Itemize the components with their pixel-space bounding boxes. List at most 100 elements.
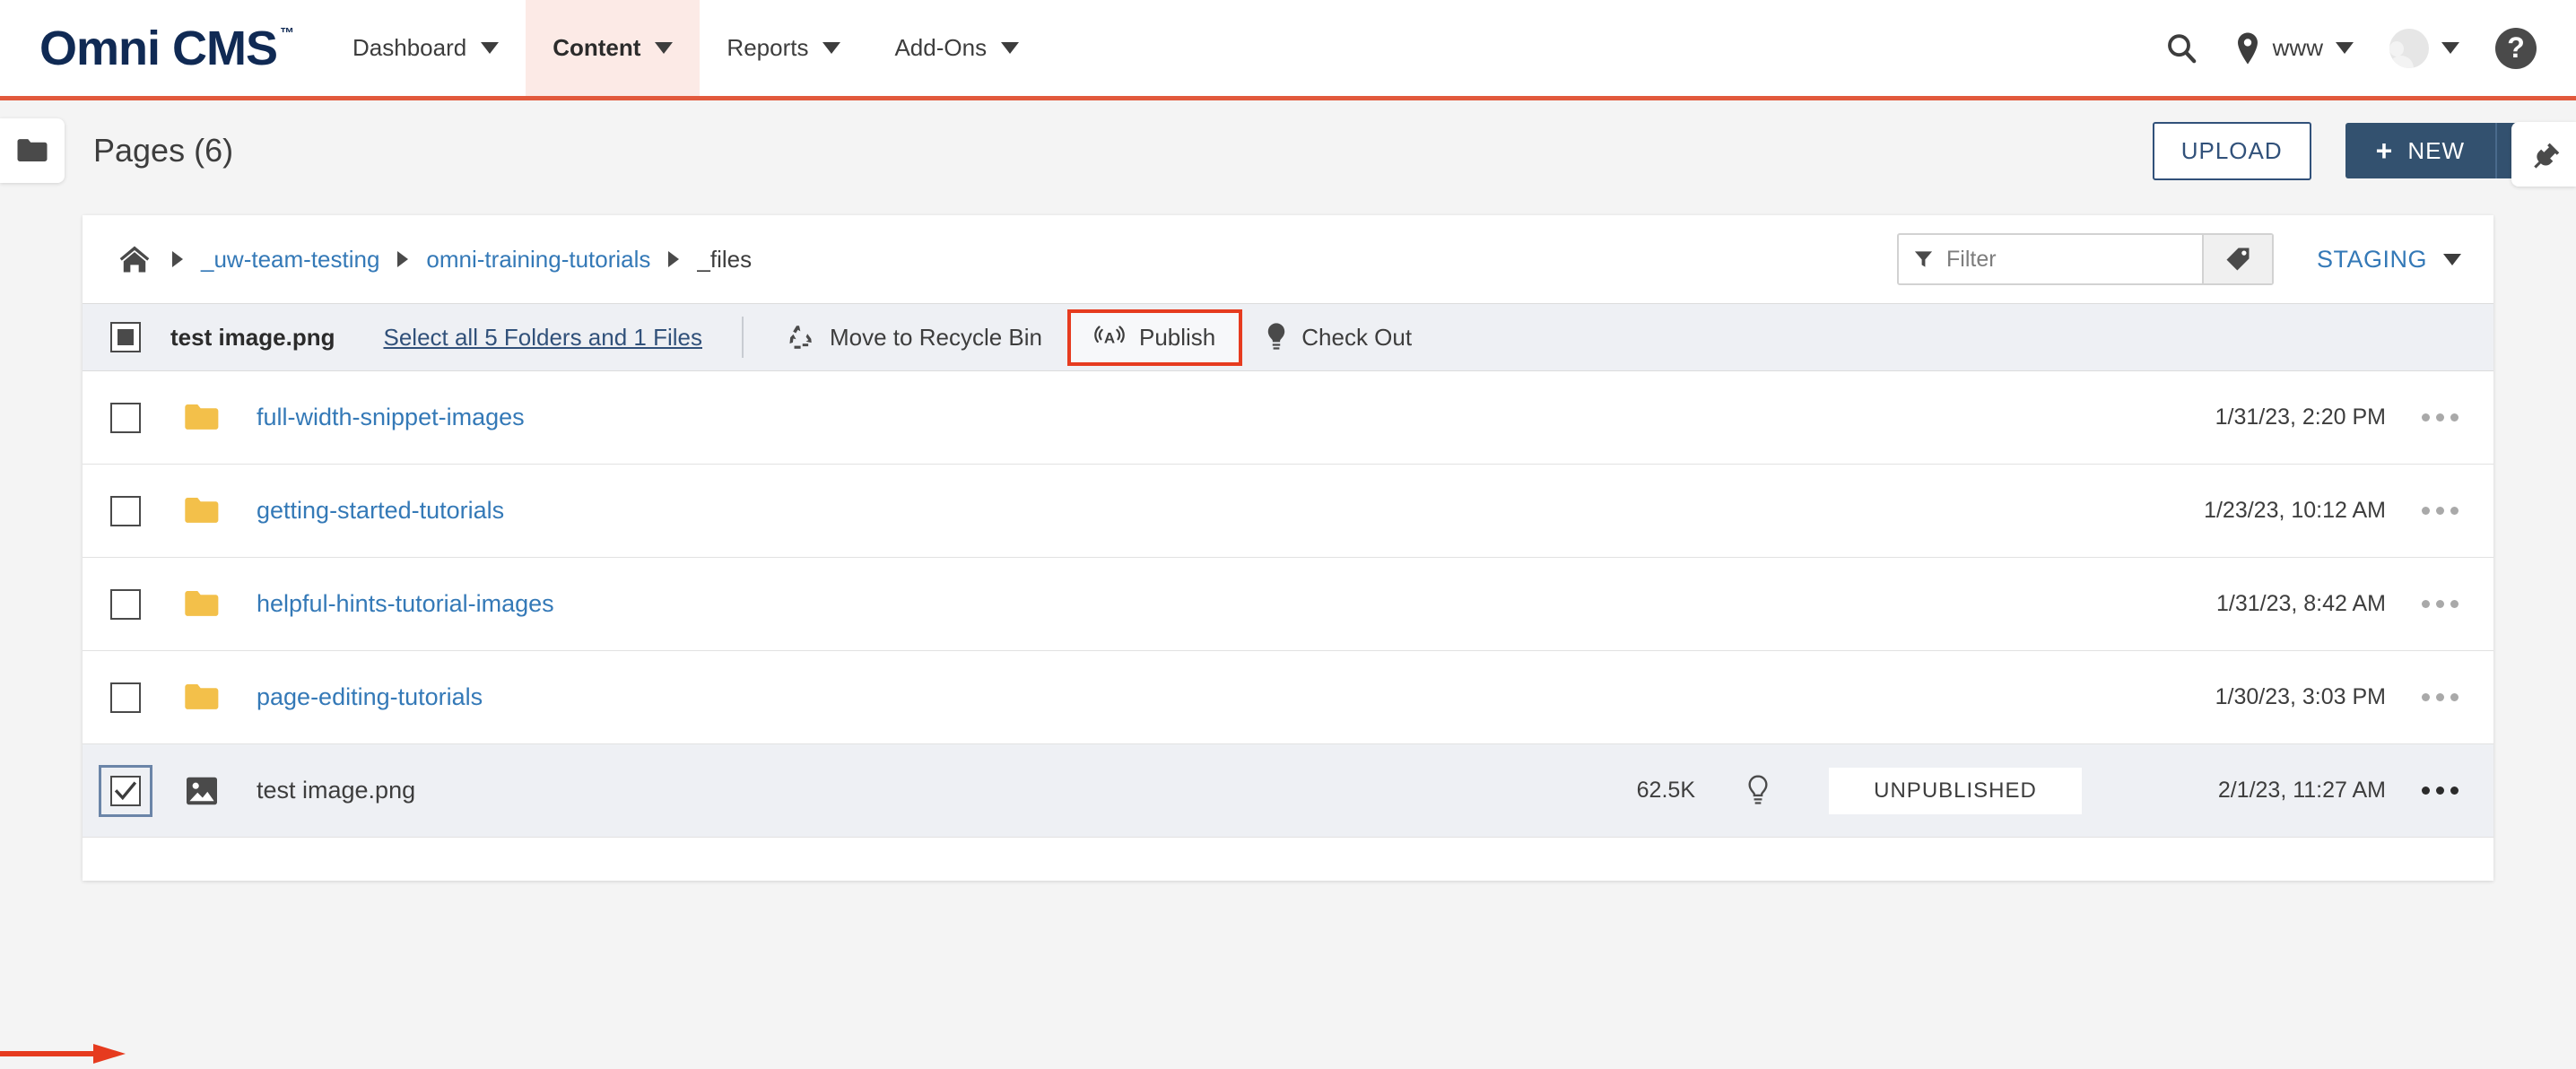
action-move-to-recycle-bin[interactable]: Move to Recycle Bin bbox=[783, 314, 1046, 361]
breadcrumb-right-tools: STAGING bbox=[1897, 233, 2493, 285]
new-button[interactable]: + NEW bbox=[2345, 123, 2495, 178]
chevron-down-icon bbox=[655, 42, 673, 54]
status-badge: UNPUBLISHED bbox=[1829, 768, 2082, 814]
action-check-out[interactable]: Check Out bbox=[1262, 313, 1415, 361]
row-date: 1/30/23, 3:03 PM bbox=[2090, 684, 2386, 710]
row-checkbox[interactable] bbox=[110, 496, 141, 526]
svg-text:A: A bbox=[1104, 330, 1115, 347]
breadcrumb-separator-icon bbox=[172, 251, 183, 267]
row-name-link[interactable]: helpful-hints-tutorial-images bbox=[257, 590, 554, 618]
nav-item-content[interactable]: Content bbox=[526, 0, 700, 96]
action-publish[interactable]: A Publish bbox=[1067, 309, 1242, 366]
checkmark-icon bbox=[114, 779, 137, 803]
tag-filter-button[interactable] bbox=[2202, 235, 2272, 283]
upload-button[interactable]: UPLOAD bbox=[2153, 122, 2311, 180]
new-button-label: NEW bbox=[2407, 137, 2465, 165]
chevron-down-icon bbox=[2443, 254, 2461, 265]
filter-input[interactable] bbox=[1946, 247, 2202, 273]
trademark-symbol: ™ bbox=[280, 26, 293, 42]
nav-item-reports[interactable]: Reports bbox=[700, 0, 867, 96]
row-type-icon-cell bbox=[169, 682, 235, 713]
row-name-link[interactable]: getting-started-tutorials bbox=[257, 497, 504, 525]
site-selector[interactable]: www bbox=[2235, 31, 2354, 65]
row-bulb-cell[interactable] bbox=[1695, 774, 1821, 808]
nav-item-addons-label: Add-Ons bbox=[894, 34, 987, 62]
filter-box bbox=[1897, 233, 2274, 285]
select-all-checkbox-cell bbox=[83, 322, 169, 352]
staging-selector[interactable]: STAGING bbox=[2317, 246, 2461, 274]
table-row[interactable]: getting-started-tutorials 1/23/23, 10:12… bbox=[83, 465, 2493, 558]
plugins-panel-toggle[interactable] bbox=[2511, 122, 2576, 187]
site-selector-label: www bbox=[2273, 34, 2323, 62]
row-menu-button[interactable] bbox=[2386, 507, 2493, 515]
app-logo[interactable]: Omni CMS™ bbox=[0, 0, 302, 96]
broadcast-publish-icon: A bbox=[1094, 324, 1125, 351]
action-publish-label: Publish bbox=[1139, 324, 1215, 352]
app-logo-text: Omni CMS bbox=[39, 21, 277, 76]
chevron-down-icon bbox=[1001, 42, 1019, 54]
breadcrumb-item-current: _files bbox=[697, 246, 752, 274]
content-panel: _uw-team-testing omni-training-tutorials… bbox=[83, 215, 2493, 881]
chevron-down-icon bbox=[2441, 42, 2459, 54]
row-date: 1/31/23, 8:42 AM bbox=[2090, 591, 2386, 617]
plus-icon: + bbox=[2376, 136, 2394, 165]
select-all-checkbox[interactable] bbox=[110, 322, 141, 352]
nav-item-dashboard-label: Dashboard bbox=[352, 34, 466, 62]
ellipsis-icon bbox=[2422, 600, 2459, 608]
table-row-selected[interactable]: test image.png 62.5K UNPUBLISHED 2/1/23,… bbox=[83, 744, 2493, 838]
ellipsis-icon bbox=[2422, 507, 2459, 515]
row-checkbox-checked[interactable] bbox=[110, 776, 141, 806]
breadcrumb-item-0[interactable]: _uw-team-testing bbox=[201, 246, 379, 274]
nav-item-reports-label: Reports bbox=[727, 34, 808, 62]
location-pin-icon bbox=[2235, 31, 2260, 65]
row-menu-button[interactable] bbox=[2386, 787, 2493, 795]
folder-yellow-icon bbox=[183, 496, 221, 526]
row-date: 2/1/23, 11:27 AM bbox=[2090, 778, 2386, 804]
row-checkbox-cell bbox=[83, 589, 169, 620]
row-size: 62.5K bbox=[1570, 778, 1695, 804]
select-all-link[interactable]: Select all 5 Folders and 1 Files bbox=[383, 324, 702, 352]
action-move-to-recycle-bin-label: Move to Recycle Bin bbox=[830, 324, 1042, 352]
row-status-cell: UNPUBLISHED bbox=[1821, 768, 2090, 814]
folder-panel-toggle[interactable] bbox=[0, 118, 65, 183]
table-row[interactable]: page-editing-tutorials 1/30/23, 3:03 PM bbox=[83, 651, 2493, 744]
avatar bbox=[2389, 29, 2429, 68]
row-checkbox[interactable] bbox=[110, 589, 141, 620]
nav-item-addons[interactable]: Add-Ons bbox=[867, 0, 1046, 96]
table-row[interactable]: helpful-hints-tutorial-images 1/31/23, 8… bbox=[83, 558, 2493, 651]
lightbulb-outline-icon bbox=[1746, 774, 1770, 808]
lightbulb-icon bbox=[1266, 322, 1287, 352]
chevron-down-icon bbox=[2336, 42, 2354, 54]
folder-yellow-icon bbox=[183, 403, 221, 433]
help-button[interactable]: ? bbox=[2495, 28, 2537, 69]
breadcrumb-home-button[interactable] bbox=[118, 245, 151, 274]
toolbar-divider bbox=[742, 317, 744, 358]
row-name-link[interactable]: full-width-snippet-images bbox=[257, 404, 525, 431]
row-checkbox-cell bbox=[83, 765, 169, 817]
search-button[interactable] bbox=[2163, 30, 2199, 66]
breadcrumb-separator-icon bbox=[668, 251, 679, 267]
breadcrumb-bar: _uw-team-testing omni-training-tutorials… bbox=[83, 215, 2493, 303]
breadcrumb-item-1[interactable]: omni-training-tutorials bbox=[426, 246, 650, 274]
row-checkbox-cell bbox=[83, 403, 169, 433]
row-checkbox-cell bbox=[83, 496, 169, 526]
filter-funnel-icon bbox=[1913, 248, 1934, 271]
row-menu-button[interactable] bbox=[2386, 600, 2493, 608]
row-checkbox[interactable] bbox=[110, 682, 141, 713]
folder-yellow-icon bbox=[183, 682, 221, 713]
table-row[interactable]: full-width-snippet-images 1/31/23, 2:20 … bbox=[83, 371, 2493, 465]
ellipsis-icon bbox=[2422, 413, 2459, 422]
row-menu-button[interactable] bbox=[2386, 413, 2493, 422]
row-date: 1/23/23, 10:12 AM bbox=[2090, 498, 2386, 524]
row-checkbox[interactable] bbox=[110, 403, 141, 433]
main-nav-items: Dashboard Content Reports Add-Ons bbox=[326, 0, 1046, 96]
action-check-out-label: Check Out bbox=[1301, 324, 1412, 352]
nav-item-dashboard[interactable]: Dashboard bbox=[326, 0, 526, 96]
row-menu-button[interactable] bbox=[2386, 693, 2493, 701]
ellipsis-icon bbox=[2422, 693, 2459, 701]
row-name-link[interactable]: page-editing-tutorials bbox=[257, 683, 483, 711]
chevron-down-icon bbox=[822, 42, 840, 54]
user-menu[interactable] bbox=[2389, 29, 2459, 68]
nav-item-content-label: Content bbox=[553, 34, 640, 62]
ellipsis-icon bbox=[2422, 787, 2459, 795]
